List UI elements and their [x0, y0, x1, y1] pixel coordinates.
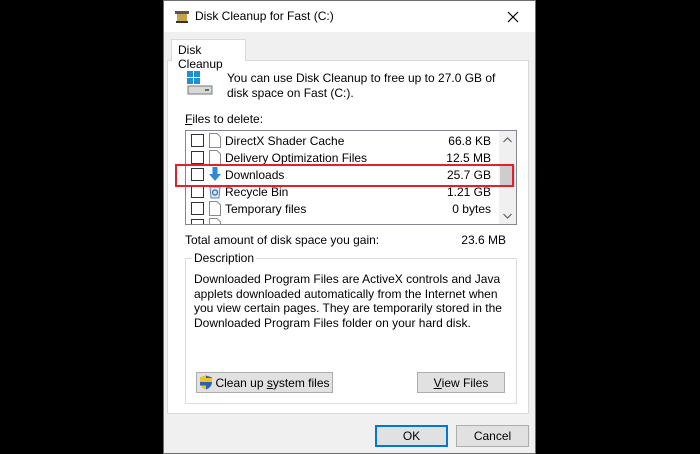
cleanup-label-post: ystem files	[272, 375, 330, 390]
file-icon	[209, 218, 221, 224]
file-icon	[209, 133, 221, 148]
downloads-highlight-box	[175, 164, 514, 187]
disk-drive-icon	[187, 71, 213, 95]
file-icon	[209, 150, 221, 165]
close-icon	[507, 11, 518, 22]
checkbox[interactable]	[191, 151, 204, 164]
disk-cleanup-dialog: Disk Cleanup for Fast (C:) Disk Cleanup …	[163, 0, 536, 454]
files-to-delete-label: Files to delete:	[185, 112, 263, 126]
item-name: Temporary files	[225, 202, 307, 216]
tab-disk-cleanup[interactable]: Disk Cleanup	[171, 39, 246, 71]
cancel-button[interactable]: Cancel	[456, 425, 529, 447]
clean-up-system-files-button[interactable]: Clean up s ystem files	[196, 372, 333, 393]
item-size: 66.8 KB	[448, 134, 491, 148]
list-item[interactable]: Temporary files 0 bytes	[186, 200, 500, 217]
description-text: Downloaded Program Files are ActiveX con…	[194, 272, 502, 330]
item-size: 0 bytes	[452, 202, 491, 216]
item-name: DirectX Shader Cache	[225, 134, 345, 148]
uac-shield-icon	[200, 375, 213, 390]
cleanup-label-pre: Clean up	[215, 375, 267, 390]
close-button[interactable]	[490, 1, 535, 32]
item-size: 12.5 MB	[446, 151, 491, 165]
checkbox[interactable]	[191, 202, 204, 215]
total-gain-label: Total amount of disk space you gain:	[185, 233, 380, 247]
files-label-rest: iles to delete:	[192, 112, 264, 126]
description-legend: Description	[192, 251, 257, 265]
scroll-up-button[interactable]	[499, 131, 516, 148]
view-files-button[interactable]: View Files	[417, 372, 505, 393]
item-name: Recycle Bin	[225, 185, 289, 199]
tab-panel: You can use Disk Cleanup to free up to 2…	[167, 60, 529, 414]
item-name: Delivery Optimization Files	[225, 151, 368, 165]
list-item[interactable]	[186, 217, 500, 224]
disk-cleanup-icon	[175, 11, 189, 23]
chevron-up-icon	[503, 136, 512, 142]
file-icon	[209, 201, 221, 216]
checkbox[interactable]	[191, 134, 204, 147]
view-files-label-rest: iew Files	[441, 375, 489, 390]
checkbox[interactable]	[191, 219, 204, 224]
list-item[interactable]: DirectX Shader Cache 66.8 KB	[186, 132, 500, 149]
total-gain-value: 23.6 MB	[461, 233, 506, 247]
title-bar[interactable]: Disk Cleanup for Fast (C:)	[164, 1, 535, 32]
chevron-down-icon	[503, 213, 512, 219]
view-files-mnemonic: V	[433, 375, 442, 390]
ok-button[interactable]: OK	[375, 425, 448, 447]
window-title: Disk Cleanup for Fast (C:)	[195, 9, 334, 23]
scroll-down-button[interactable]	[499, 207, 516, 224]
item-size: 1.21 GB	[446, 185, 491, 199]
intro-text: You can use Disk Cleanup to free up to 2…	[227, 71, 496, 100]
